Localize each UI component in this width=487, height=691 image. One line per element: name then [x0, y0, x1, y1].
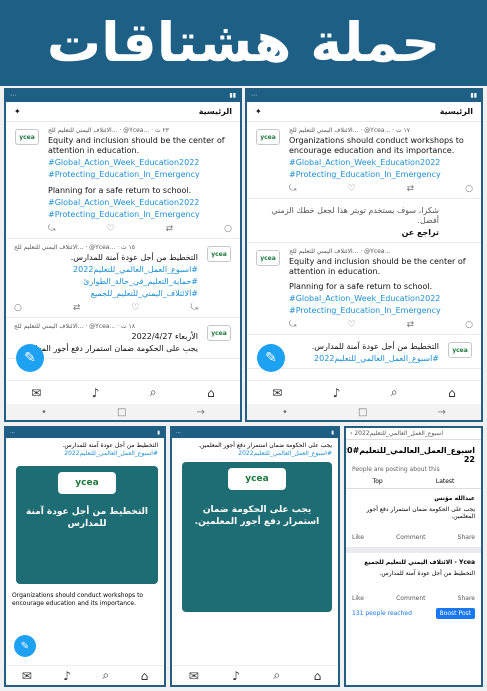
campaign-title: حملة هشتاقات: [0, 0, 487, 86]
bell-icon[interactable]: ♪: [92, 386, 100, 400]
tweet-text: Equity and inclusion should be the cente…: [289, 257, 466, 276]
reply-icon: ○: [224, 224, 232, 234]
tab-bar: ✉ ♪ ⌕ ⌂: [172, 665, 338, 685]
tweet-meta: الائتلاف اليمني للتعليم للج... · @Ycea..…: [289, 248, 391, 255]
fb-search-bar[interactable]: ‹ اسبوع_العمل_العالمي_للتعليم2022: [346, 428, 481, 440]
org-logo: ycea: [207, 325, 231, 341]
tweet-text: التخطيط من أجل عودة آمنة للمدارس.: [70, 253, 198, 262]
twitter-screen-bottom-left: ⋯ ▮ التخطيط من أجل عودة آمنة للمدارس. #اس…: [4, 426, 166, 687]
tweet-actions: ⤿ ♡ ⇄ ○: [289, 184, 473, 194]
tweet-text-english: Organizations should conduct workshops t…: [12, 592, 144, 607]
sparkle-icon[interactable]: ✦: [255, 107, 262, 116]
tweet-2[interactable]: ycea الائتلاف اليمني للتعليم للج... · @Y…: [247, 243, 481, 335]
tweet-actions: ⤿ ♡ ⇄ ○: [48, 224, 232, 234]
header: ✦ الرئيسية: [247, 102, 481, 122]
square-icon: □: [117, 406, 127, 418]
retweet-icon: ⇄: [72, 303, 81, 313]
twitter-screen-left: ⋯ ▮▮ ✦ الرئيسية ycea الائتلاف اليمني للتع…: [4, 88, 242, 422]
hashtag[interactable]: #Protecting_Education_In_Emergency: [289, 170, 473, 180]
promo-card: ycea التخطيط من أجل عودة آمنة للمدارس: [16, 466, 158, 584]
like-icon: ♡: [131, 303, 140, 313]
org-logo: ycea: [207, 246, 231, 262]
compose-button[interactable]: ✎: [257, 344, 285, 372]
org-logo: ycea: [15, 129, 39, 145]
header-title: الرئيسية: [198, 107, 232, 116]
search-icon[interactable]: ⌕: [150, 385, 157, 400]
header: ✦ الرئيسية: [6, 102, 240, 122]
status-bar: ⋯ ▮▮: [247, 90, 481, 102]
retweet-icon: ⇄: [165, 224, 174, 234]
status-bar: ⋯ ▮▮: [6, 90, 240, 102]
tweet-1[interactable]: ycea الائتلاف اليمني للتعليم للج... · @Y…: [247, 122, 481, 199]
bell-icon: ♪: [332, 385, 341, 400]
tweet-text: Equity and inclusion should be the cente…: [48, 136, 225, 155]
mail-icon: ✉: [272, 385, 283, 400]
like-icon: ♡: [106, 224, 115, 234]
nav-bar: • □ →: [6, 404, 240, 420]
tweet-date: الأربعاء 2022/4/27: [131, 332, 198, 341]
promo-card: ycea يجب على الحكومة ضمان استمرار دفع أج…: [182, 462, 332, 612]
hashtag[interactable]: #Global_Action_Week_Education2022: [48, 198, 232, 208]
fb-subtitle: People are posting about this: [352, 466, 440, 473]
hashtag[interactable]: #Global_Action_Week_Education2022: [48, 158, 232, 168]
tweet-text: Organizations should conduct workshops t…: [289, 136, 464, 155]
tab-bar: ✉ ♪ ⌕ ⌂: [6, 665, 164, 685]
hashtag[interactable]: #Global_Action_Week_Education2022: [289, 294, 473, 304]
nav-bar: • □ →: [247, 404, 481, 420]
hashtag[interactable]: #Protecting_Education_In_Emergency: [48, 210, 232, 220]
tweet-meta: الائتلاف اليمني للتعليم للج... · @Ycea..…: [14, 323, 135, 330]
fb-page-post[interactable]: Ycea - الائتلاف اليمني للتعليم للجميع ال…: [346, 553, 481, 625]
facebook-screen: ‹ اسبوع_العمل_العالمي_للتعليم2022 اسبوع_…: [344, 426, 483, 687]
tweet-meta: الائتلاف اليمني للتعليم للج... · @Ycea..…: [48, 127, 169, 134]
collage: حملة هشتاقات ⋯ ▮▮ ✦ الرئيسية ycea الائتلا…: [0, 0, 487, 691]
tweet-text: Planning for a safe return to school.: [48, 186, 192, 195]
org-logo: ycea: [256, 250, 280, 266]
tweet-meta: الائتلاف اليمني للتعليم للج... · @Ycea..…: [289, 127, 410, 134]
tweet-2[interactable]: ycea الائتلاف اليمني للتعليم للج... · @Y…: [6, 239, 240, 318]
arrow-icon: →: [196, 406, 205, 418]
mail-icon[interactable]: ✉: [31, 386, 41, 400]
tab-latest[interactable]: Latest: [436, 478, 455, 485]
hashtag[interactable]: #حماية_التعليم_في_حالة_الطوارئ: [14, 277, 198, 287]
fb-tabs: Top Latest: [346, 478, 481, 489]
tweet-1[interactable]: ycea الائتلاف اليمني للتعليم للج... · @Y…: [6, 122, 240, 239]
boost-post-button[interactable]: Boost Post: [435, 608, 475, 619]
sparkle-icon[interactable]: ✦: [14, 107, 21, 116]
tab-bar: ✉ ♪ ⌕ ⌂: [6, 380, 240, 404]
tweet[interactable]: التخطيط من أجل عودة آمنة للمدارس. #اسبوع…: [6, 438, 164, 462]
twitter-screen-bottom-middle: ⋯ ▮ يجب على الحكومة ضمان استمرار دفع أجور…: [170, 426, 340, 687]
home-icon: ⌂: [448, 385, 456, 400]
hashtag[interactable]: #الائتلاف_اليمني_للتعليم_للجميع: [14, 289, 198, 299]
tweet[interactable]: يجب على الحكومة ضمان استمرار دفع أجور ال…: [172, 438, 338, 462]
share-icon: ⤿: [48, 224, 56, 234]
reply-icon: ○: [14, 303, 22, 313]
hashtag[interactable]: #Protecting_Education_In_Emergency: [289, 306, 473, 316]
org-logo: ycea: [256, 129, 280, 145]
tweet-text: Planning for a safe return to school.: [289, 282, 433, 291]
hashtag[interactable]: #اسبوع_العمل_العالمي_للتعليم2022: [14, 265, 198, 275]
twitter-screen-right: ⋯ ▮▮ ✦ الرئيسية ycea الائتلاف اليمني للتع…: [245, 88, 483, 422]
fb-hashtag-title: اسبوع_العمل_العالمي_للتعليم#20 22: [346, 446, 475, 464]
tab-bar: ✉ ♪ ⌕ ⌂: [247, 380, 481, 404]
tweet-actions: ⤿ ♡ ⇄ ○: [289, 320, 473, 330]
feedback-note: شكرا، سوف يستخدم تويتر هذا لجعل خطك الزم…: [247, 199, 481, 243]
header-title: الرئيسية: [439, 107, 473, 116]
undo-link[interactable]: تراجع عن: [255, 228, 439, 238]
tweet-actions: ⤿ ♡ ⇄ ○: [14, 303, 198, 313]
dot-icon: •: [41, 406, 47, 418]
feedback-text: شكرا، سوف يستخدم تويتر هذا لجعل خطك الزم…: [271, 206, 439, 225]
hashtag[interactable]: #Protecting_Education_In_Emergency: [48, 170, 232, 180]
home-icon[interactable]: ⌂: [207, 386, 215, 400]
compose-button[interactable]: ✎: [16, 344, 44, 372]
share-icon: ⤿: [190, 303, 199, 313]
card-logo: ycea: [58, 472, 116, 494]
tweet-meta: الائتلاف اليمني للتعليم للج... · @Ycea..…: [14, 244, 135, 251]
hashtag[interactable]: #Global_Action_Week_Education2022: [289, 158, 473, 168]
search-icon: ⌕: [390, 385, 398, 399]
compose-button[interactable]: ✎: [14, 635, 36, 657]
fb-post[interactable]: عبدالله مؤنس يجب على الحكومة ضمان استمرا…: [346, 489, 481, 553]
tab-top[interactable]: Top: [373, 478, 383, 485]
org-logo: ycea: [448, 342, 472, 358]
